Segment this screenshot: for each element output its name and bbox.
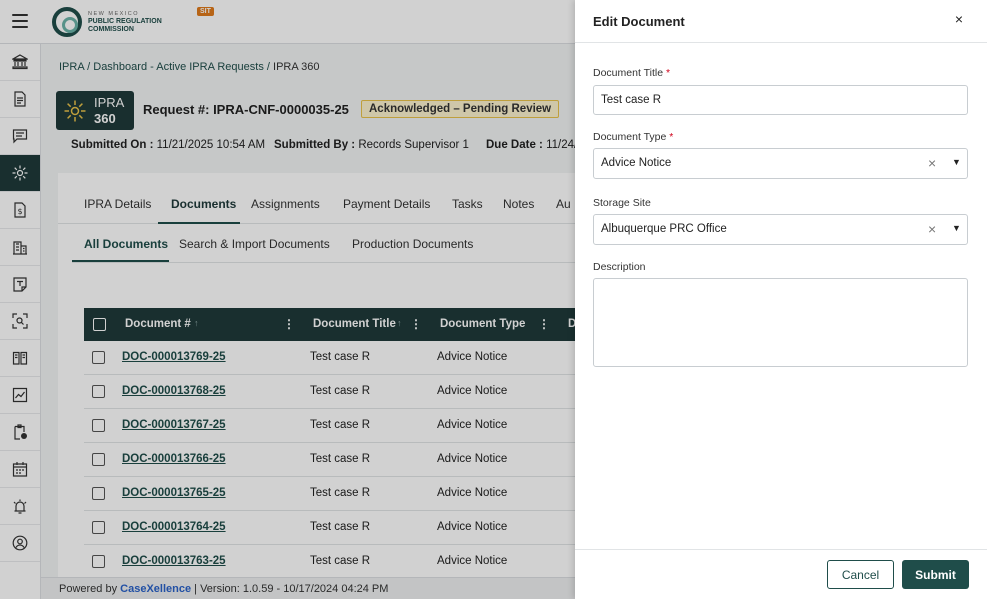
- document-type-label: Document Type *: [593, 131, 674, 143]
- storage-site-label: Storage Site: [593, 197, 651, 209]
- drawer-footer-divider: [575, 549, 987, 550]
- close-icon[interactable]: ×: [951, 11, 967, 29]
- chevron-down-icon[interactable]: ▼: [952, 223, 961, 233]
- storage-site-select[interactable]: Albuquerque PRC Office × ▼: [593, 214, 968, 245]
- drawer-title: Edit Document: [593, 14, 685, 29]
- clear-icon[interactable]: ×: [928, 155, 936, 171]
- cancel-button[interactable]: Cancel: [827, 560, 894, 589]
- drawer-divider: [575, 42, 987, 43]
- submit-button[interactable]: Submit: [902, 560, 969, 589]
- description-label: Description: [593, 261, 646, 273]
- document-title-label: Document Title *: [593, 67, 671, 79]
- description-textarea[interactable]: [593, 278, 968, 367]
- document-title-input[interactable]: [593, 85, 968, 115]
- edit-document-drawer: Edit Document × Document Title * Documen…: [575, 0, 987, 599]
- clear-icon[interactable]: ×: [928, 221, 936, 237]
- modal-backdrop[interactable]: [0, 0, 575, 599]
- chevron-down-icon[interactable]: ▼: [952, 157, 961, 167]
- document-type-select[interactable]: Advice Notice × ▼: [593, 148, 968, 179]
